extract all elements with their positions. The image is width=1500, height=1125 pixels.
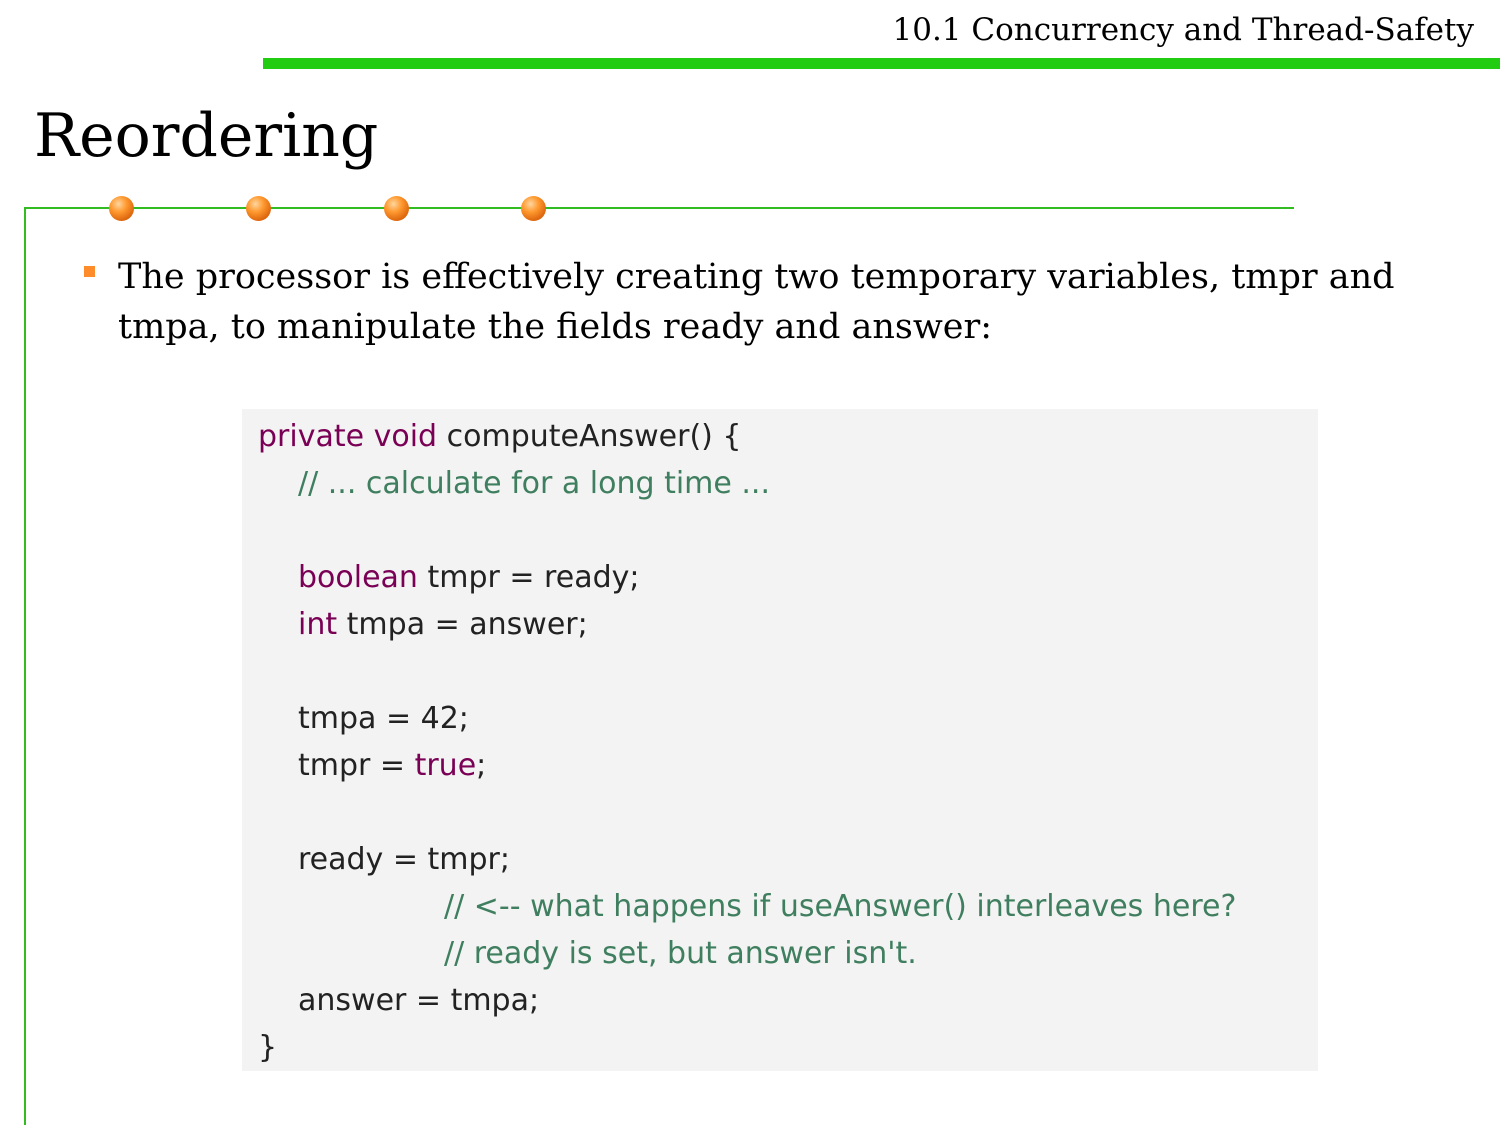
code-text: tmpr = [298,748,415,783]
code-line-11: // <-- what happens if useAnswer() inter… [444,889,1237,924]
code-line-2: // ... calculate for a long time ... [298,466,771,501]
code-text: ; [476,748,487,783]
section-header: 10.1 Concurrency and Thread-Safety [892,12,1475,48]
code-keyword: int [298,607,338,642]
code-keyword: true [414,748,477,783]
code-block: private void computeAnswer() { // ... ca… [242,409,1318,1071]
code-line-8: tmpr = true; [258,742,486,789]
title-underline [24,207,1294,209]
decorative-dot-3 [384,196,409,221]
code-text: computeAnswer() { [437,419,742,454]
code-line-10: ready = tmpr; [298,842,510,877]
bullet-text: The processor is effectively creating tw… [118,257,1395,347]
code-line-14: } [258,1030,278,1065]
code-keyword: boolean [298,560,418,595]
code-line-12: // ready is set, but answer isn't. [444,936,917,971]
code-line-13: answer = tmpa; [298,983,540,1018]
header-bar [263,58,1500,69]
left-rule [24,207,26,1125]
code-line-5: int tmpa = answer; [258,601,588,648]
bullet-square-icon [84,266,95,277]
code-keyword: private void [258,419,438,454]
code-text: tmpa = answer; [337,607,588,642]
code-line-7: tmpa = 42; [298,701,469,736]
slide-title: Reordering [34,101,379,171]
decorative-dot-4 [521,196,546,221]
decorative-dot-1 [109,196,134,221]
code-line-1: private void computeAnswer() { [258,413,742,460]
decorative-dot-2 [246,196,271,221]
slide: 10.1 Concurrency and Thread-Safety Reord… [0,0,1500,1125]
code-line-4: boolean tmpr = ready; [258,554,639,601]
code-text: tmpr = ready; [417,560,640,595]
